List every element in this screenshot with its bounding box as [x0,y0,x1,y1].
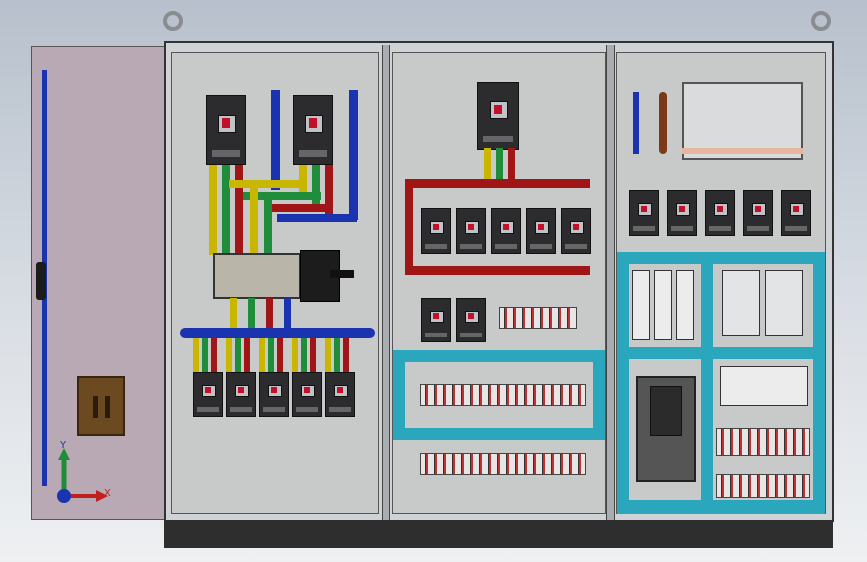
busbar-green [496,148,503,180]
feeder-breaker-5[interactable] [325,372,355,417]
feeder-breaker-4[interactable] [292,372,322,417]
fan-filter-strip [682,148,803,154]
control-breaker-1[interactable] [629,190,659,236]
terminal-strip-4 [716,474,810,498]
control-breaker-3[interactable] [705,190,735,236]
cable-duct-horizontal [617,500,825,514]
busbar-blue [271,90,280,190]
busbar-blue [277,214,357,222]
distribution-busbar-red [405,179,590,188]
branch-breaker-6[interactable] [421,298,451,342]
branch-breaker-3[interactable] [491,208,521,254]
cable-duct-horizontal [393,350,605,362]
busbar-red [235,165,243,255]
branch-breaker-2[interactable] [456,208,486,254]
cable-duct-horizontal [393,428,605,440]
feeder-breaker-3[interactable] [259,372,289,417]
cable-duct-vertical [617,264,629,514]
cable-duct-horizontal [617,347,825,359]
terminal-block-small [499,307,577,329]
terminal-strip-1 [420,384,586,406]
axis-y-label: Y [60,440,67,451]
cable-duct-horizontal [617,252,825,264]
busbar-yellow [209,165,217,255]
feeder-busbar-stubs [193,338,358,372]
busbar-yellow [230,298,237,332]
branch-breaker-1[interactable] [421,208,451,254]
main-breaker-1[interactable] [206,95,246,165]
control-breaker-5[interactable] [781,190,811,236]
cabinet-plinth [164,520,833,548]
transfer-switch[interactable] [213,253,301,299]
control-breaker-4[interactable] [743,190,773,236]
branch-breaker-5[interactable] [561,208,591,254]
feeder-breaker-1[interactable] [193,372,223,417]
busbar-yellow [484,148,491,180]
operator-handle[interactable] [330,270,354,278]
section-divider [606,45,615,520]
busbar-red [266,298,273,332]
busbar-green [248,298,255,332]
busbar-yellow [250,188,258,254]
feeder-breaker-2[interactable] [226,372,256,417]
door-handle-icon[interactable] [36,262,46,300]
fuse-holder-2[interactable] [654,270,672,340]
ground-bar [659,92,667,154]
terminal-strip-3 [716,428,810,456]
branch-breaker-4[interactable] [526,208,556,254]
busbar-red [265,204,333,212]
control-breaker-2[interactable] [667,190,697,236]
cable-duct-vertical [813,264,825,514]
cable-duct-vertical [593,362,605,438]
busbar-green [222,165,230,255]
busbar-red [508,148,515,180]
distribution-busbar-red [405,179,413,275]
fuse-holder-1[interactable] [632,270,650,340]
busbar-blue [284,298,291,332]
fuse-holder-3[interactable] [676,270,694,340]
busbar-green [264,200,272,254]
lock-plate-icon [77,376,125,436]
lifting-eye-icon [163,11,183,31]
main-breaker-2[interactable] [293,95,333,165]
section-divider [382,45,390,520]
busbar-blue [349,90,358,220]
axis-x-label: X [104,488,111,499]
branch-breaker-7[interactable] [456,298,486,342]
neutral-busbar [180,328,375,338]
busbar-yellow [229,180,307,188]
din-terminal-rail [633,92,639,154]
plc-controller[interactable] [720,366,808,406]
incoming-breaker[interactable] [477,82,519,150]
terminal-strip-2 [420,453,586,475]
cable-duct-vertical [393,362,405,438]
power-supply-1 [722,270,760,336]
cable-duct-vertical [701,264,713,500]
power-supply-2 [765,270,803,336]
distribution-busbar-red [405,266,590,275]
lifting-eye-icon [811,11,831,31]
soft-starter-keypad[interactable] [650,386,682,436]
